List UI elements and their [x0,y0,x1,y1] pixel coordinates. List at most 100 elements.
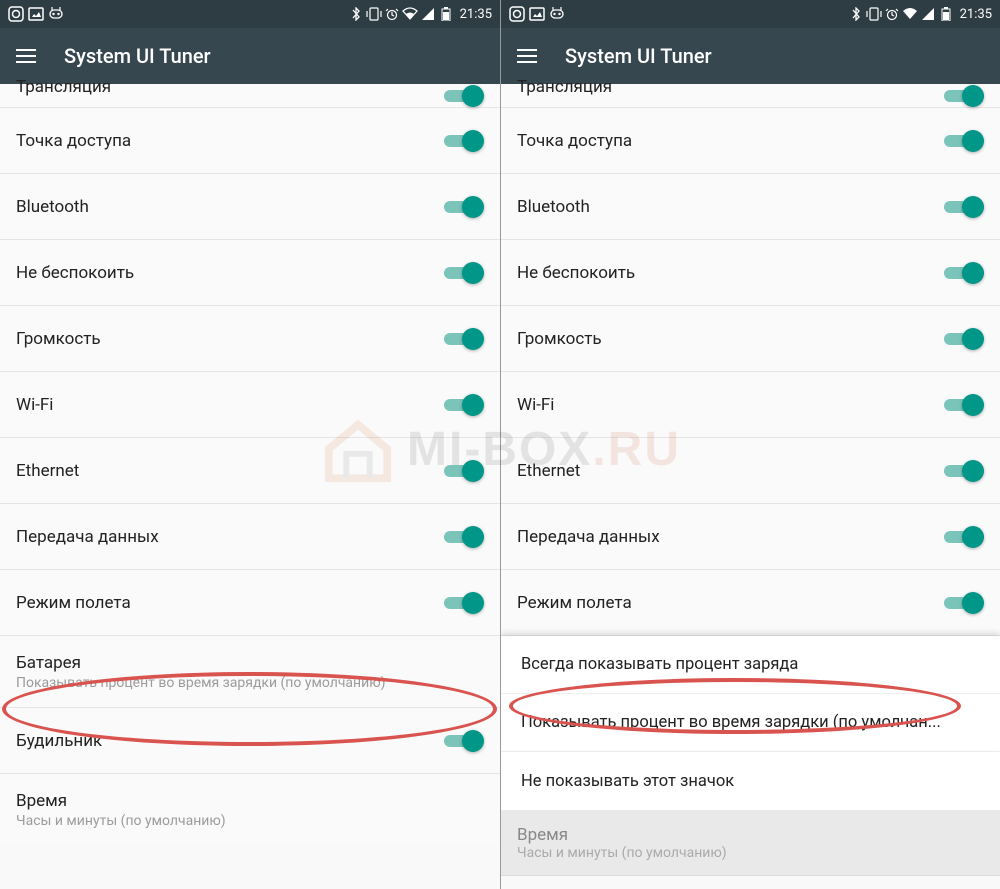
switch-broadcast[interactable] [944,85,984,107]
row-label: Wi-Fi [16,395,53,415]
switch-airplane[interactable] [444,592,484,614]
row-label: Wi-Fi [517,395,554,415]
row-airplane[interactable]: Режим полета [501,570,1000,636]
row-time[interactable]: Время Часы и минуты (по умолчанию) [0,774,500,846]
notif-icon-1 [8,6,24,22]
switch-data[interactable] [444,526,484,548]
switch-wifi[interactable] [444,394,484,416]
switch-hotspot[interactable] [944,130,984,152]
row-sub: Показывать процент во время зарядки (по … [16,675,386,691]
row-volume[interactable]: Громкость [501,306,1000,372]
app-title: System UI Tuner [565,44,712,68]
bluetooth-icon [348,6,364,22]
switch-volume[interactable] [444,328,484,350]
row-broadcast[interactable]: Трансляция [501,84,1000,108]
option-show-charging[interactable]: Показывать процент во время зарядки (по … [501,694,1000,752]
vibrate-icon [866,6,882,22]
row-label: Передача данных [16,527,159,547]
notif-icon-2 [529,6,545,22]
row-label: Ethernet [517,461,580,481]
status-bar: 21:35 [0,0,500,28]
row-label: Время [517,825,984,845]
bluetooth-icon [848,6,864,22]
notif-icon-2 [28,6,44,22]
row-data[interactable]: Передача данных [501,504,1000,570]
notif-icon-3 [48,6,64,22]
option-label: Всегда показывать процент заряда [521,655,798,674]
row-dnd[interactable]: Не беспокоить [0,240,500,306]
row-label: Громкость [16,329,101,349]
settings-list: Трансляция Точка доступа Bluetooth Не бе… [0,84,500,846]
switch-hotspot[interactable] [444,130,484,152]
row-alarm[interactable]: Будильник [0,708,500,774]
option-label: Не показывать этот значок [521,772,734,791]
row-label: Передача данных [517,527,660,547]
row-dnd[interactable]: Не беспокоить [501,240,1000,306]
menu-icon[interactable] [517,49,537,63]
vibrate-icon [366,6,382,22]
row-hotspot[interactable]: Точка доступа [501,108,1000,174]
row-label: Bluetooth [16,197,89,217]
row-label: Не беспокоить [16,263,134,283]
switch-ethernet[interactable] [444,460,484,482]
row-hotspot[interactable]: Точка доступа [0,108,500,174]
row-ethernet[interactable]: Ethernet [501,438,1000,504]
row-bluetooth[interactable]: Bluetooth [501,174,1000,240]
notif-icon-1 [509,6,525,22]
status-time: 21:35 [460,7,492,22]
row-data[interactable]: Передача данных [0,504,500,570]
row-label: Точка доступа [16,131,131,151]
battery-status-icon [938,6,954,22]
option-always-show[interactable]: Всегда показывать процент заряда [501,636,1000,694]
row-label: Bluetooth [517,197,590,217]
row-sub: Часы и минуты (по умолчанию) [16,813,226,829]
switch-alarm[interactable] [444,730,484,752]
row-label: Режим полета [16,593,131,613]
row-label: Громкость [517,329,602,349]
app-title: System UI Tuner [64,44,211,68]
row-battery[interactable]: Батарея Показывать процент во время заря… [0,636,500,708]
row-ethernet[interactable]: Ethernet [0,438,500,504]
row-label: Точка доступа [517,131,632,151]
row-sub: Часы и минуты (по умолчанию) [517,845,977,861]
switch-bluetooth[interactable] [944,196,984,218]
row-bluetooth[interactable]: Bluetooth [0,174,500,240]
switch-dnd[interactable] [944,262,984,284]
battery-status-icon [438,6,454,22]
switch-airplane[interactable] [944,592,984,614]
row-label: Не беспокоить [517,263,635,283]
screen-right: 21:35 System UI Tuner Трансляция Точка д… [500,0,1000,889]
signal-icon [920,6,936,22]
status-time: 21:35 [960,7,992,22]
switch-wifi[interactable] [944,394,984,416]
switch-broadcast[interactable] [444,85,484,107]
screen-left: 21:35 System UI Tuner Трансляция Точка д… [0,0,500,889]
alarm-status-icon [384,6,400,22]
row-wifi[interactable]: Wi-Fi [0,372,500,438]
row-label: Будильник [16,731,102,751]
row-label: Время [16,791,226,811]
signal-icon [420,6,436,22]
row-label: Трансляция [517,77,612,97]
settings-list: Трансляция Точка доступа Bluetooth Не бе… [501,84,1000,876]
switch-dnd[interactable] [444,262,484,284]
row-wifi[interactable]: Wi-Fi [501,372,1000,438]
row-airplane[interactable]: Режим полета [0,570,500,636]
row-label: Трансляция [16,77,111,97]
row-label: Режим полета [517,593,632,613]
alarm-status-icon [884,6,900,22]
status-bar: 21:35 [501,0,1000,28]
switch-ethernet[interactable] [944,460,984,482]
option-label: Показывать процент во время зарядки (по … [521,713,941,732]
row-broadcast[interactable]: Трансляция [0,84,500,108]
switch-data[interactable] [944,526,984,548]
notif-icon-3 [549,6,565,22]
row-label: Ethernet [16,461,79,481]
row-time-dimmed: Время Часы и минуты (по умолчанию) [501,810,1000,876]
menu-icon[interactable] [16,49,36,63]
option-never-show[interactable]: Не показывать этот значок [501,752,1000,810]
row-label: Батарея [16,653,386,673]
row-volume[interactable]: Громкость [0,306,500,372]
switch-volume[interactable] [944,328,984,350]
switch-bluetooth[interactable] [444,196,484,218]
